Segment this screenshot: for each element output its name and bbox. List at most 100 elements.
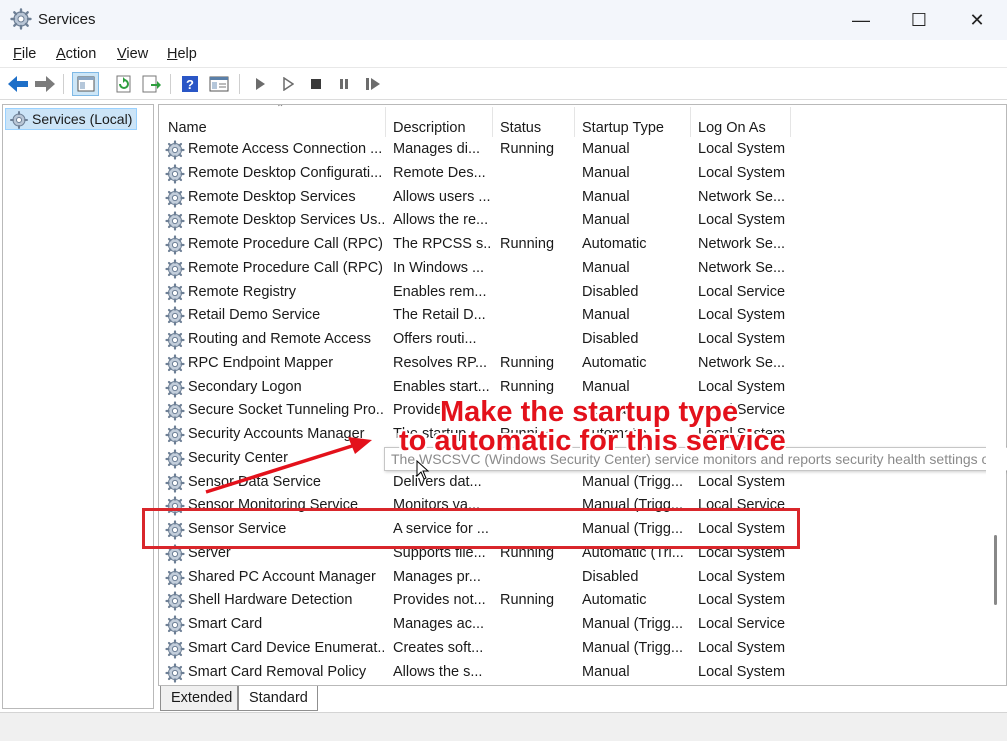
service-row[interactable]: Shared PC Account Manager Manages pr... Di… [159, 566, 1006, 590]
back-button[interactable] [6, 72, 30, 96]
cell-description: The Retail D... [393, 307, 486, 324]
menu-file[interactable]: File [13, 46, 36, 62]
minimize-button[interactable]: — [832, 0, 890, 40]
column-header-startup-type[interactable]: Startup Type [582, 105, 690, 139]
cell-name: Shell Hardware Detection [188, 592, 353, 609]
service-row[interactable]: Routing and Remote Access Offers routi...… [159, 328, 1006, 352]
help-button[interactable]: ? [178, 72, 202, 96]
toolbar-separator [239, 74, 240, 94]
restart-service-button[interactable] [361, 72, 385, 96]
column-header-status[interactable]: Status [500, 105, 575, 139]
toolbar-separator [63, 74, 64, 94]
cell-startup-type: Manual (Trigg... [582, 639, 683, 656]
cell-description: In Windows ... [393, 259, 485, 276]
cell-description: Creates soft... [393, 639, 484, 656]
cell-name: Retail Demo Service [188, 307, 321, 324]
cell-log-on-as: Local System [698, 639, 786, 656]
menu-action[interactable]: Action [56, 46, 96, 62]
cell-log-on-as: Local System [698, 663, 786, 680]
service-row[interactable]: Smart Card Removal Policy Allows the s...… [159, 661, 1006, 685]
view-tabs: Extended Standard [158, 686, 1007, 712]
svg-text:?: ? [186, 77, 194, 92]
cell-name: Remote Desktop Services [188, 188, 356, 205]
service-row[interactable]: RPC Endpoint Mapper Resolves RP... Running… [159, 352, 1006, 376]
service-row[interactable]: Smart Card Manages ac... Manual (Trigg... L… [159, 613, 1006, 637]
service-row[interactable]: Retail Demo Service The Retail D... Manual… [159, 304, 1006, 328]
cell-log-on-as: Local System [698, 473, 786, 490]
cell-startup-type: Manual [582, 378, 630, 395]
export-list-button[interactable] [140, 72, 164, 96]
service-row[interactable]: Remote Access Connection ... Manages di..… [159, 138, 1006, 162]
service-gear-icon [165, 259, 185, 279]
tree-item-services-local[interactable]: Services (Local) [5, 108, 138, 130]
start-service-alt-icon [283, 77, 294, 91]
start-service-alt-button[interactable] [276, 72, 300, 96]
service-gear-icon [165, 425, 185, 445]
cell-description: The RPCSS s... [393, 236, 491, 252]
column-divider[interactable] [574, 107, 575, 137]
service-row[interactable]: Remote Registry Enables rem... Disabled Loc… [159, 281, 1006, 305]
cell-log-on-as: Local System [698, 141, 786, 157]
column-divider[interactable] [790, 107, 791, 137]
annotation-text-line2: to automatic for this service [399, 425, 786, 457]
cell-name: Secondary Logon [188, 378, 302, 395]
minimize-icon: — [852, 9, 870, 30]
cell-name: Routing and Remote Access [188, 331, 371, 347]
properties-icon [209, 76, 229, 92]
cell-name: Remote Procedure Call (RPC) [188, 236, 384, 252]
scrollbar-thumb[interactable] [994, 535, 997, 605]
cell-description: Manages di... [393, 141, 481, 157]
menu-help[interactable]: Help [167, 46, 197, 62]
start-service-icon [256, 78, 265, 90]
cell-name: RPC Endpoint Mapper [188, 354, 334, 371]
properties-button[interactable] [207, 72, 231, 96]
tab-standard[interactable]: Standard [238, 686, 318, 711]
cell-startup-type: Manual [582, 164, 630, 181]
cell-name: Security Center [188, 449, 288, 466]
console-tree: Services (Local) [2, 104, 154, 709]
cell-status: Running [500, 592, 555, 609]
column-header-log-on-as[interactable]: Log On As [698, 105, 790, 139]
cell-log-on-as: Network Se... [698, 236, 786, 252]
cell-status: Running [500, 236, 555, 252]
maximize-button[interactable]: ☐ [890, 0, 948, 40]
vertical-scrollbar[interactable] [986, 105, 1006, 685]
service-row[interactable]: Remote Procedure Call (RPC) The RPCSS s..… [159, 233, 1006, 257]
cell-log-on-as: Local Service [698, 283, 786, 300]
service-gear-icon [165, 164, 185, 184]
cell-log-on-as: Local System [698, 164, 786, 181]
service-row[interactable]: Smart Card Device Enumerat... Creates sof… [159, 637, 1006, 661]
forward-button[interactable] [33, 72, 57, 96]
close-button[interactable]: ✕ [948, 0, 1006, 40]
service-row[interactable]: Remote Procedure Call (RPC)... In Windows… [159, 257, 1006, 281]
service-row[interactable]: Remote Desktop Services Allows users ... M… [159, 186, 1006, 210]
cell-log-on-as: Local System [698, 212, 786, 229]
column-divider[interactable] [492, 107, 493, 137]
back-arrow-icon [8, 76, 28, 92]
stop-service-button[interactable] [304, 72, 328, 96]
cell-description: Enables rem... [393, 283, 487, 300]
service-row[interactable]: Sensor Data Service Delivers dat... Manual… [159, 471, 1006, 495]
pause-service-button[interactable] [332, 72, 356, 96]
start-service-button[interactable] [248, 72, 272, 96]
column-header-description[interactable]: Description [393, 105, 491, 139]
service-row[interactable]: Remote Desktop Configurati... Remote Des.… [159, 162, 1006, 186]
services-gear-icon [10, 111, 28, 129]
cell-startup-type: Manual (Trigg... [582, 616, 683, 632]
tab-extended[interactable]: Extended [160, 686, 238, 711]
cell-name: Remote Desktop Services Us... [188, 212, 384, 229]
service-gear-icon [165, 306, 185, 326]
cell-log-on-as: Network Se... [698, 354, 786, 371]
menu-view[interactable]: View [117, 46, 148, 62]
show-hide-tree-button[interactable] [72, 72, 99, 96]
column-divider[interactable] [385, 107, 386, 137]
cell-log-on-as: Local System [698, 592, 786, 609]
service-gear-icon [165, 567, 185, 588]
service-row[interactable]: Remote Desktop Services Us... Allows the … [159, 209, 1006, 233]
refresh-button[interactable] [112, 72, 136, 96]
service-row[interactable]: Shell Hardware Detection Provides not... R… [159, 589, 1006, 613]
cell-description: Enables start... [393, 378, 490, 395]
column-divider[interactable] [690, 107, 691, 137]
cell-startup-type: Automatic [582, 236, 647, 252]
column-header-name[interactable]: ⌃ Name [168, 105, 385, 139]
